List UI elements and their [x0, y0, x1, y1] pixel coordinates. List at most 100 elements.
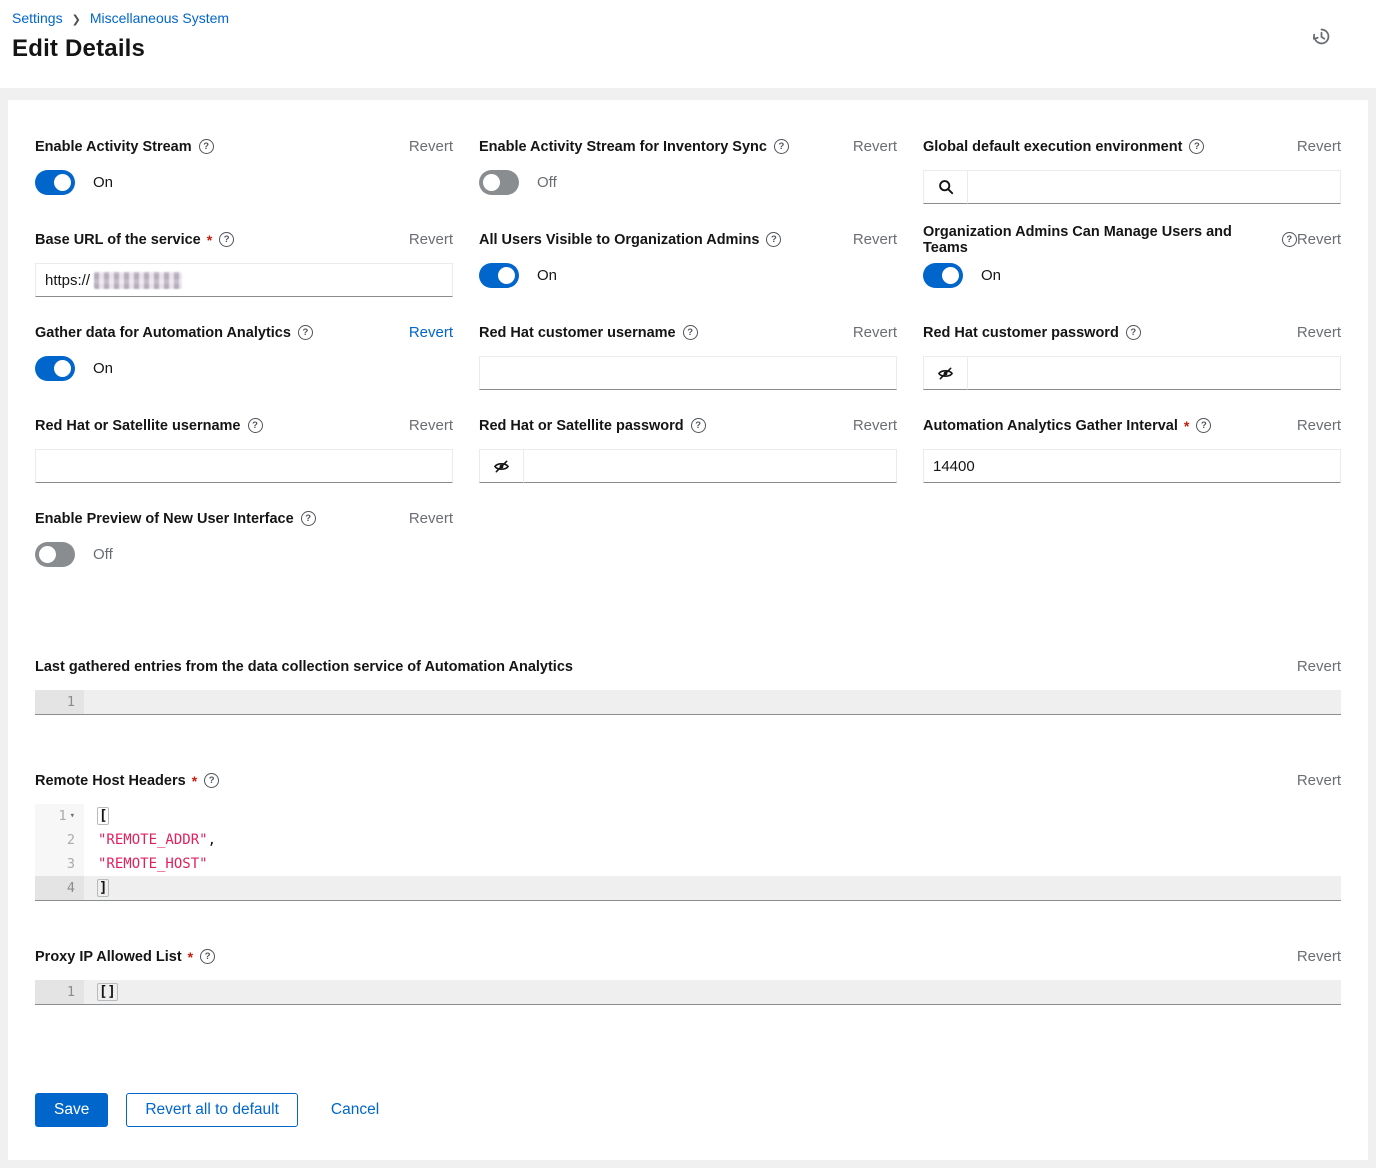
history-button[interactable] [1307, 22, 1336, 51]
execution-environment-input[interactable] [968, 170, 1341, 204]
required-marker: * [192, 773, 197, 789]
field-label: Gather data for Automation Analytics [35, 325, 291, 341]
help-icon[interactable]: ? [1189, 139, 1204, 154]
revert-link[interactable]: Revert [409, 510, 453, 527]
required-marker: * [1184, 418, 1189, 434]
code-line: 1 [35, 690, 1341, 714]
field-label: Red Hat customer username [479, 325, 676, 341]
toggle-state-label: Off [537, 174, 557, 191]
fold-arrow-icon[interactable]: ▾ [70, 804, 75, 828]
help-icon[interactable]: ? [774, 139, 789, 154]
rh-customer-username-input[interactable] [479, 356, 897, 390]
help-icon[interactable]: ? [1282, 232, 1297, 247]
line-number: 3 [35, 852, 84, 876]
toggle-state-label: On [537, 267, 557, 284]
breadcrumb: Settings ❯ Miscellaneous System [12, 10, 1352, 26]
section-proxy-ip-allowed-list: Proxy IP Allowed List * ? Revert 1 [] [35, 946, 1341, 1005]
field-label: Red Hat or Satellite password [479, 418, 684, 434]
rh-satellite-password-input[interactable] [524, 449, 897, 483]
line-number: 4 [35, 876, 84, 900]
revert-link[interactable]: Revert [853, 324, 897, 341]
gather-data-analytics-toggle[interactable] [35, 356, 75, 381]
proxy-ip-allowed-code-editor[interactable]: 1 [] [35, 980, 1341, 1005]
execution-environment-search-button[interactable] [923, 170, 968, 204]
help-icon[interactable]: ? [766, 232, 781, 247]
help-icon[interactable]: ? [691, 418, 706, 433]
all-users-visible-toggle[interactable] [479, 263, 519, 288]
redacted-url-value [94, 272, 182, 289]
toggle-state-label: Off [93, 546, 113, 563]
required-marker: * [188, 949, 193, 965]
code-content[interactable]: ] [84, 876, 1341, 900]
revert-link[interactable]: Revert [1297, 138, 1341, 155]
revert-link[interactable]: Revert [409, 417, 453, 434]
code-content[interactable] [84, 690, 1341, 714]
revert-link[interactable]: Revert [853, 417, 897, 434]
cancel-button[interactable]: Cancel [331, 1101, 379, 1119]
field-global-default-execution-environment: Global default execution environment ? R… [923, 136, 1341, 204]
base-url-input[interactable]: https:// [35, 263, 453, 297]
field-label: Last gathered entries from the data coll… [35, 659, 573, 675]
code-content[interactable]: "REMOTE_HOST" [84, 852, 1341, 876]
help-icon[interactable]: ? [204, 773, 219, 788]
rh-customer-password-input[interactable] [968, 356, 1341, 390]
help-icon[interactable]: ? [1126, 325, 1141, 340]
help-icon[interactable]: ? [301, 511, 316, 526]
activity-stream-inventory-sync-toggle[interactable] [479, 170, 519, 195]
code-line: 4 ] [35, 876, 1341, 900]
help-icon[interactable]: ? [200, 949, 215, 964]
revert-link[interactable]: Revert [1297, 417, 1341, 434]
field-aa-gather-interval: Automation Analytics Gather Interval * ?… [923, 415, 1341, 483]
revert-link[interactable]: Revert [853, 138, 897, 155]
revert-link[interactable]: Revert [853, 231, 897, 248]
toggle-state-label: On [981, 267, 1001, 284]
help-icon[interactable]: ? [199, 139, 214, 154]
revert-link[interactable]: Revert [1297, 658, 1341, 675]
help-icon[interactable]: ? [683, 325, 698, 340]
revert-link[interactable]: Revert [1297, 948, 1341, 965]
save-button[interactable]: Save [35, 1093, 108, 1127]
rh-customer-password-show-button[interactable] [923, 356, 968, 390]
rh-satellite-username-input[interactable] [35, 449, 453, 483]
field-enable-preview-ui: Enable Preview of New User Interface ? R… [35, 508, 453, 575]
form-actions: Save Revert all to default Cancel [35, 1093, 1341, 1127]
required-marker: * [207, 232, 212, 248]
field-label: Global default execution environment [923, 139, 1182, 155]
remote-host-headers-code-editor[interactable]: 1 ▾ [ 2 "REMOTE_ADDR", 3 "REMOTE_HOST" 4… [35, 804, 1341, 901]
field-org-admins-manage: Organization Admins Can Manage Users and… [923, 229, 1341, 297]
revert-link[interactable]: Revert [409, 138, 453, 155]
help-icon[interactable]: ? [219, 232, 234, 247]
line-number: 1 [35, 690, 84, 714]
help-icon[interactable]: ? [298, 325, 313, 340]
revert-link[interactable]: Revert [409, 324, 453, 341]
field-rh-satellite-password: Red Hat or Satellite password ? Revert [479, 415, 897, 483]
section-last-gathered-entries: Last gathered entries from the data coll… [35, 656, 1341, 715]
aa-gather-interval-input[interactable] [923, 449, 1341, 483]
breadcrumb-miscellaneous-system-link[interactable]: Miscellaneous System [90, 10, 229, 26]
section-remote-host-headers: Remote Host Headers * ? Revert 1 ▾ [ 2 "… [35, 770, 1341, 901]
enable-activity-stream-toggle[interactable] [35, 170, 75, 195]
org-admins-manage-toggle[interactable] [923, 263, 963, 288]
code-line: 3 "REMOTE_HOST" [35, 852, 1341, 876]
revert-link[interactable]: Revert [1297, 772, 1341, 789]
code-content[interactable]: [] [84, 980, 1341, 1004]
field-label: Enable Preview of New User Interface [35, 511, 294, 527]
help-icon[interactable]: ? [248, 418, 263, 433]
field-label: All Users Visible to Organization Admins [479, 232, 759, 248]
field-label: Base URL of the service [35, 232, 201, 248]
revert-link[interactable]: Revert [1297, 324, 1341, 341]
revert-link[interactable]: Revert [1297, 231, 1341, 248]
code-content[interactable]: [ [84, 804, 1341, 828]
code-content[interactable]: "REMOTE_ADDR", [84, 828, 1341, 852]
last-gathered-code-editor[interactable]: 1 [35, 690, 1341, 715]
rh-satellite-password-show-button[interactable] [479, 449, 524, 483]
field-activity-stream-inventory-sync: Enable Activity Stream for Inventory Syn… [479, 136, 897, 204]
code-line: 1 [] [35, 980, 1341, 1004]
revert-all-to-default-button[interactable]: Revert all to default [126, 1093, 298, 1127]
field-label: Enable Activity Stream for Inventory Syn… [479, 139, 767, 155]
breadcrumb-settings-link[interactable]: Settings [12, 10, 63, 26]
line-number: 1 ▾ [35, 804, 84, 828]
help-icon[interactable]: ? [1196, 418, 1211, 433]
revert-link[interactable]: Revert [409, 231, 453, 248]
enable-preview-ui-toggle[interactable] [35, 542, 75, 567]
